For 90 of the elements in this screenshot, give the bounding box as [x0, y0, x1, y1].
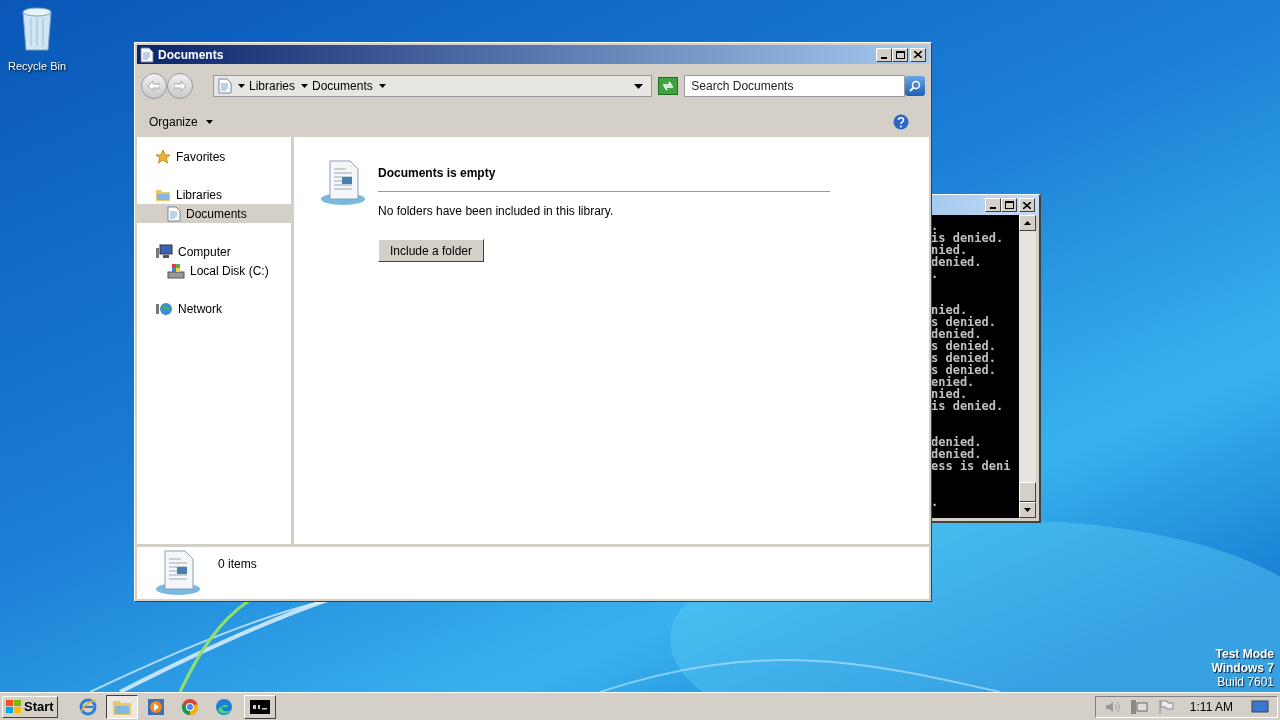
back-arrow-icon [148, 81, 160, 91]
maximize-icon [1004, 201, 1014, 209]
console-line: ess is deni [931, 460, 1012, 472]
minimize-button[interactable] [876, 47, 892, 62]
computer-icon [155, 243, 173, 260]
recycle-bin-icon[interactable] [19, 6, 55, 52]
nav-item[interactable]: Local Disk (C:) [137, 261, 291, 280]
close-button[interactable] [910, 47, 926, 62]
maximize-icon [895, 50, 905, 59]
edge-icon [214, 697, 233, 716]
minimize-button[interactable] [985, 198, 1001, 212]
play-icon [146, 697, 165, 716]
console-line: nied. [931, 388, 968, 400]
console-line: . [931, 268, 940, 280]
console-line: s denied. [931, 364, 998, 376]
include-folder-button[interactable]: Include a folder [378, 239, 484, 262]
forward-button[interactable] [167, 73, 193, 99]
globe-icon [155, 300, 173, 317]
watermark-text: Windows 7 [1211, 661, 1274, 675]
console-line: . [931, 496, 940, 508]
address-bar[interactable]: Libraries Documents [213, 75, 653, 97]
console-line: denied. [931, 328, 982, 340]
empty-heading: Documents is empty [378, 165, 497, 182]
dropdown-caret-icon[interactable] [634, 83, 644, 89]
caret-icon [205, 119, 213, 124]
console-line: is denied. [931, 400, 1005, 412]
down-arrow-icon [1024, 508, 1031, 512]
search-icon [909, 80, 922, 92]
console-line: . [931, 220, 939, 232]
caret-icon[interactable] [301, 84, 309, 88]
desktop-icon-label[interactable]: Recycle Bin [7, 58, 67, 75]
console-line: denied. [931, 256, 983, 268]
forward-arrow-icon [174, 81, 186, 91]
chrome-icon [180, 697, 199, 716]
console-line: nied. [931, 244, 968, 256]
clock[interactable]: 1:11 AM [1189, 697, 1233, 716]
refresh-icon [662, 81, 675, 91]
scrollbar[interactable] [1019, 215, 1036, 518]
library-document-icon [318, 159, 368, 207]
nav-item[interactable]: Network [137, 299, 291, 318]
scroll-thumb[interactable] [1019, 482, 1036, 502]
breadcrumb-item[interactable]: Documents [312, 77, 373, 95]
windows-logo-icon [6, 699, 22, 714]
monitor-icon[interactable] [1251, 699, 1269, 714]
scroll-down-button[interactable] [1019, 502, 1036, 518]
maximize-button[interactable] [892, 47, 908, 62]
help-icon[interactable] [893, 113, 909, 130]
scroll-up-button[interactable] [1019, 215, 1036, 231]
network-icon[interactable] [1129, 699, 1148, 714]
search-button[interactable] [905, 76, 925, 96]
back-button[interactable] [141, 73, 167, 99]
document-icon [167, 205, 181, 222]
close-icon [1023, 201, 1031, 209]
nav-item[interactable]: Favorites [137, 147, 291, 166]
nav-item[interactable]: Libraries [137, 185, 291, 204]
watermark-text: Build 7601 [1217, 675, 1274, 689]
up-arrow-icon [1024, 221, 1031, 225]
search-field[interactable]: Search Documents [684, 75, 906, 97]
star-icon [155, 148, 171, 165]
console-line: enied. [931, 376, 976, 388]
console-icon [249, 699, 270, 714]
browser-e-icon [78, 697, 97, 716]
maximize-button[interactable] [1001, 198, 1017, 212]
console-line: nied. [931, 304, 968, 316]
caret-icon [378, 84, 386, 88]
item-count: 0 items [218, 556, 257, 573]
window-title: Documents [158, 46, 224, 64]
console-line: s denied. [931, 340, 998, 352]
document-icon [140, 46, 154, 63]
organize-button[interactable]: Organize [149, 112, 213, 131]
minimize-icon [990, 207, 996, 209]
close-icon [914, 51, 922, 58]
empty-message: No folders have been included in this library. [378, 203, 615, 220]
taskbar-app-button[interactable] [105, 694, 138, 719]
nav-item[interactable]: Computer [137, 242, 291, 261]
minimize-icon [881, 56, 887, 59]
watermark-text: Test Mode [1215, 647, 1274, 661]
nav-item[interactable]: Documents [137, 204, 291, 223]
close-button[interactable] [1019, 198, 1035, 212]
console-line: denied. [931, 436, 983, 448]
console-line: is denied. [931, 232, 1005, 244]
caret-icon[interactable] [238, 84, 245, 88]
start-button[interactable]: Start [2, 695, 58, 718]
refresh-button[interactable] [658, 77, 679, 95]
console-line: denied. [931, 448, 982, 460]
breadcrumb-item[interactable]: Libraries [249, 77, 296, 95]
console-line: s denied. [931, 316, 998, 328]
console-line: s denied. [931, 352, 998, 364]
disk-icon [167, 262, 185, 279]
document-icon [218, 78, 232, 94]
